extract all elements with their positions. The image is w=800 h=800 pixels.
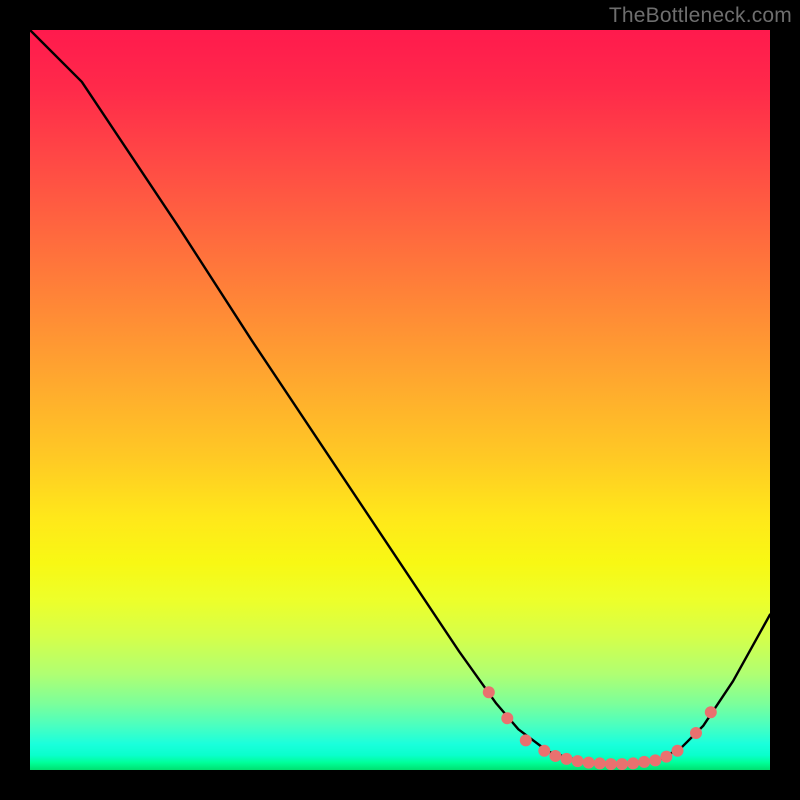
bottleneck-curve bbox=[30, 30, 770, 764]
attribution-label: TheBottleneck.com bbox=[609, 4, 792, 28]
curve-svg bbox=[30, 30, 770, 770]
curve-marker bbox=[605, 758, 617, 770]
curve-marker bbox=[583, 757, 595, 769]
curve-marker bbox=[660, 751, 672, 763]
curve-marker bbox=[549, 750, 561, 762]
curve-marker bbox=[538, 745, 550, 757]
curve-marker bbox=[483, 686, 495, 698]
curve-marker bbox=[616, 758, 628, 770]
curve-marker bbox=[561, 753, 573, 765]
chart-container: TheBottleneck.com bbox=[0, 0, 800, 800]
curve-marker bbox=[705, 706, 717, 718]
curve-marker bbox=[501, 712, 513, 724]
curve-marker bbox=[690, 727, 702, 739]
curve-marker bbox=[627, 757, 639, 769]
curve-marker bbox=[638, 756, 650, 768]
curve-marker bbox=[672, 745, 684, 757]
curve-marker bbox=[649, 754, 661, 766]
plot-area bbox=[30, 30, 770, 770]
curve-marker bbox=[594, 757, 606, 769]
curve-marker bbox=[520, 734, 532, 746]
curve-marker bbox=[572, 755, 584, 767]
